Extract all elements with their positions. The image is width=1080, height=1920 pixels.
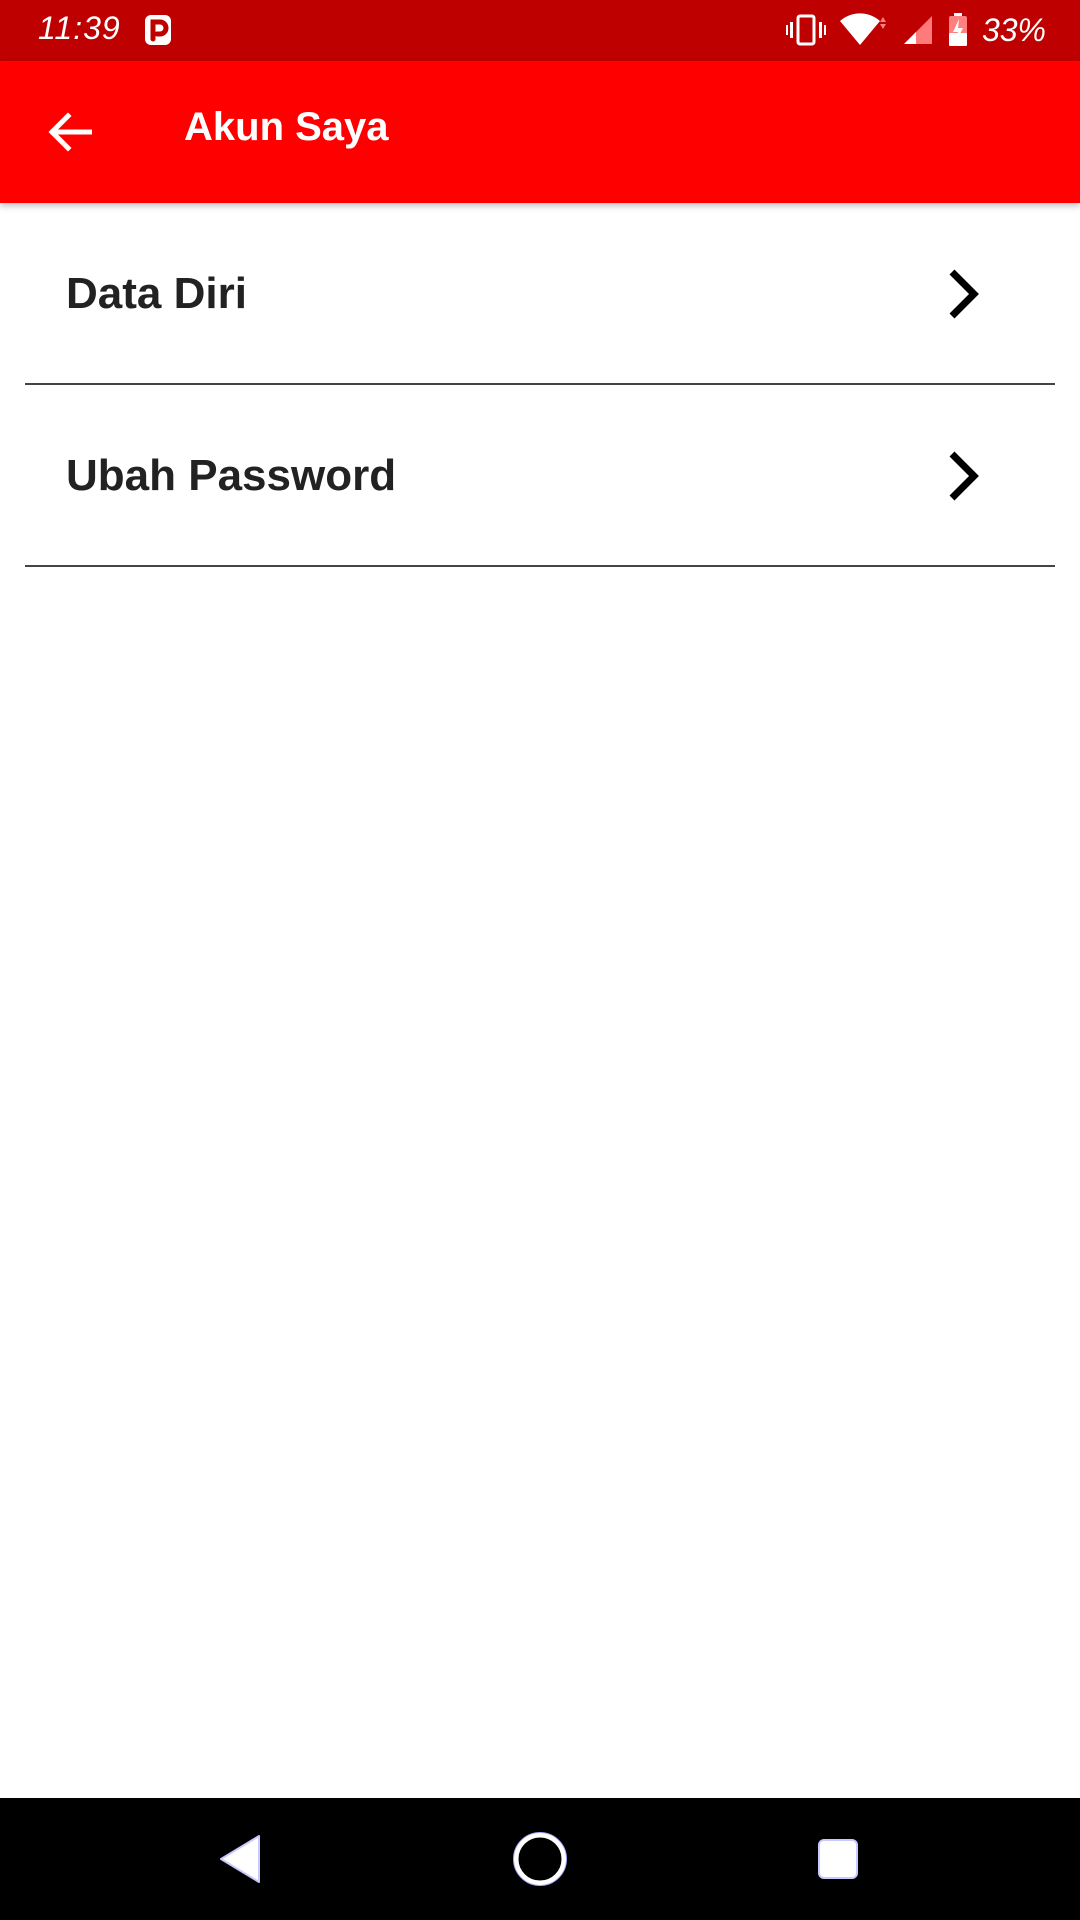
recents-square-icon (818, 1839, 858, 1879)
status-time: 11:39 (38, 10, 121, 46)
status-bar: 11:39 33% (0, 0, 1080, 61)
battery-percentage: 33% (981, 11, 1046, 48)
screen: 11:39 33% Akun Saya Data Diri Ubah Passw… (0, 0, 1080, 1920)
app-bar: Akun Saya (0, 61, 1080, 203)
back-triangle-icon (220, 1835, 260, 1883)
system-nav-bar (0, 1798, 1080, 1920)
battery-charging-icon (948, 13, 967, 46)
wifi-icon (839, 13, 886, 45)
menu-item-data-diri[interactable]: Data Diri (0, 203, 1080, 385)
signal-icon (903, 16, 932, 44)
chevron-right-icon (949, 451, 979, 501)
home-circle-icon (513, 1832, 567, 1886)
chevron-right-icon (949, 269, 979, 319)
arrow-back-icon (48, 112, 92, 152)
menu-item-label: Data Diri (66, 269, 247, 318)
nav-recents-button[interactable] (808, 1829, 868, 1889)
back-button[interactable] (40, 102, 100, 162)
page-title: Akun Saya (184, 105, 389, 149)
menu-item-ubah-password[interactable]: Ubah Password (0, 385, 1080, 567)
divider (25, 565, 1055, 567)
status-icons: 33% (785, 10, 1046, 50)
nav-back-button[interactable] (210, 1829, 270, 1889)
menu-item-label: Ubah Password (66, 451, 397, 500)
menu-list: Data Diri Ubah Password (0, 203, 1080, 567)
nav-home-button[interactable] (510, 1829, 570, 1889)
vibrate-icon (785, 14, 826, 46)
parking-app-icon (145, 15, 171, 45)
